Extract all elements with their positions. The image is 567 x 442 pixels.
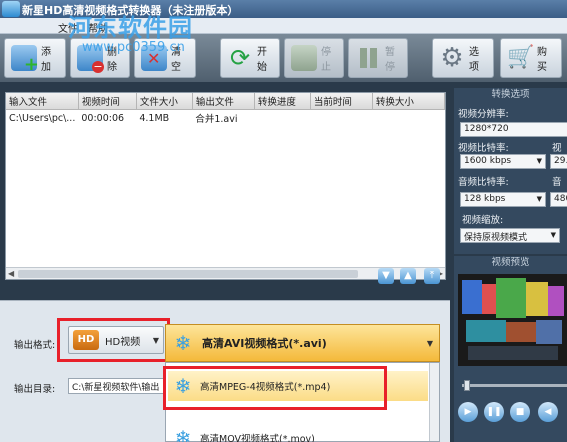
dropdown-item-mov[interactable]: ❄ 高清MOV视频格式(*.mov) [168, 423, 428, 442]
options-label: 选项 [469, 47, 479, 73]
pause-icon[interactable]: ❚❚ [484, 402, 504, 422]
scale-label: 视频缩放: [462, 215, 504, 226]
table-header-row: 输入文件 视频时间 文件大小 输出文件 转换进度 当前时间 转换大小 [6, 93, 446, 110]
col-convert-size[interactable]: 转换大小 [372, 93, 446, 110]
start-button[interactable]: ⟳ 开始 [220, 38, 280, 78]
audio-bitrate-label: 音频比特率: [458, 177, 509, 188]
col-current-time[interactable]: 当前时间 [310, 93, 373, 110]
preview-frame-image [458, 274, 567, 366]
chevron-down-icon: ▼ [536, 195, 542, 203]
cell-current-time [310, 110, 372, 127]
video-bitrate-select[interactable]: 1600 kbps ▼ [460, 154, 546, 169]
convert-options-panel: 转换选项 视频分辨率: 1280*720 视频比特率: 视 1600 kbps … [454, 88, 567, 254]
snowflake-format-icon: ❄ [174, 331, 192, 355]
col-input-file[interactable]: 输入文件 [6, 93, 79, 110]
cell-video-time: 00:00:06 [81, 112, 125, 124]
resolution-value: 1280*720 [464, 124, 509, 134]
output-dir-field[interactable]: C:\新星视频软件\输出 [68, 378, 164, 394]
panel-title: 转换选项 [491, 89, 530, 100]
seek-slider-handle[interactable] [464, 380, 470, 391]
volume-icon[interactable]: ◀ [538, 402, 558, 422]
audio-bitrate-select[interactable]: 128 kbps ▼ [460, 192, 546, 207]
add-button[interactable]: 添加 [4, 38, 66, 78]
output-dir-label: 输出目录: [14, 384, 56, 395]
add-label: 添加 [41, 47, 51, 73]
pause-label: 暂停 [385, 47, 395, 73]
highlight-box-mp4 [163, 366, 387, 410]
col-file-size[interactable]: 文件大小 [136, 93, 193, 110]
scale-select[interactable]: 保持原视频模式 ▼ [460, 228, 560, 243]
framerate-value: 29. [554, 156, 567, 166]
highlight-box-category [57, 318, 170, 362]
dropdown-scrollbar[interactable] [429, 363, 439, 441]
col-progress[interactable]: 转换进度 [254, 93, 311, 110]
gear-icon: ⚙ [440, 43, 464, 73]
framerate-label: 视 [552, 143, 562, 154]
stop-icon [291, 45, 317, 71]
buy-label: 购买 [537, 47, 547, 73]
file-list[interactable]: 输入文件 视频时间 文件大小 输出文件 转换进度 当前时间 转换大小 C:\Us… [5, 92, 446, 280]
cell-file-size: 4.1MB [139, 112, 170, 124]
file-table: 输入文件 视频时间 文件大小 输出文件 转换进度 当前时间 转换大小 C:\Us… [6, 93, 446, 127]
dropdown-item-label: 高清MOV视频格式(*.mov) [200, 434, 315, 442]
col-video-time[interactable]: 视频时间 [78, 93, 137, 110]
table-row[interactable]: C:\Users\pc\... 00:00:06 4.1MB 合并1.avi [6, 110, 445, 127]
chevron-down-icon: ▼ [426, 338, 433, 348]
output-format-value: 高清AVI视频格式(*.avi) [202, 337, 327, 350]
preview-title: 视频预览 [491, 257, 530, 268]
video-bitrate-label: 视频比特率: [458, 143, 509, 154]
stop-icon[interactable]: ■ [510, 402, 530, 422]
watermark-url: www.pc0359.cn [82, 40, 185, 55]
cell-output-file: 合并1.avi [195, 114, 238, 125]
samplerate-label: 音 [552, 177, 562, 188]
framerate-select[interactable]: 29. [550, 154, 567, 169]
play-icon[interactable]: ▶ [458, 402, 478, 422]
options-button[interactable]: ⚙ 选项 [432, 38, 494, 78]
resolution-label: 视频分辨率: [458, 109, 509, 120]
pause-icon [355, 45, 381, 71]
watermark-text: 河东软件园 [68, 14, 193, 42]
chevron-down-icon: ▼ [536, 157, 542, 165]
chevron-down-icon: ▼ [550, 231, 556, 239]
cell-progress [254, 110, 310, 127]
scale-value: 保持原视频模式 [464, 233, 528, 243]
output-format-label: 输出格式: [14, 340, 56, 351]
cell-input-file: C:\Users\pc\... [9, 112, 76, 124]
cart-icon: 🛒 [507, 45, 535, 70]
stop-label: 停止 [321, 47, 331, 73]
output-format-select[interactable]: ❄ 高清AVI视频格式(*.avi) ▼ [165, 324, 440, 362]
move-top-icon[interactable]: ⤒ [424, 268, 440, 284]
seek-track[interactable] [462, 384, 567, 387]
move-down-icon[interactable]: ▼ [378, 268, 394, 284]
start-label: 开始 [257, 47, 267, 73]
col-output-file[interactable]: 输出文件 [192, 93, 255, 110]
pause-button[interactable]: 暂停 [348, 38, 408, 78]
snowflake-format-icon: ❄ [174, 426, 192, 442]
app-logo-icon [2, 1, 20, 17]
scroll-thumb[interactable] [18, 270, 358, 278]
samplerate-select[interactable]: 480 [550, 192, 567, 207]
output-dir-value: C:\新星视频软件\输出 [72, 383, 160, 393]
samplerate-value: 480 [554, 194, 567, 204]
buy-button[interactable]: 🛒 购买 [500, 38, 562, 78]
refresh-start-icon: ⟳ [229, 44, 251, 72]
scroll-left-icon[interactable]: ◀ [8, 269, 14, 278]
move-up-icon[interactable]: ▲ [400, 268, 416, 284]
cell-convert-size [372, 110, 444, 127]
stop-button[interactable]: 停止 [284, 38, 344, 78]
audio-bitrate-value: 128 kbps [464, 194, 506, 204]
preview-screen [458, 274, 567, 366]
video-bitrate-value: 1600 kbps [464, 156, 512, 166]
add-file-icon [11, 45, 39, 75]
video-preview-panel: 视频预览 ▶ ❚❚ ■ ◀ [454, 256, 567, 442]
resolution-select[interactable]: 1280*720 [460, 122, 567, 137]
